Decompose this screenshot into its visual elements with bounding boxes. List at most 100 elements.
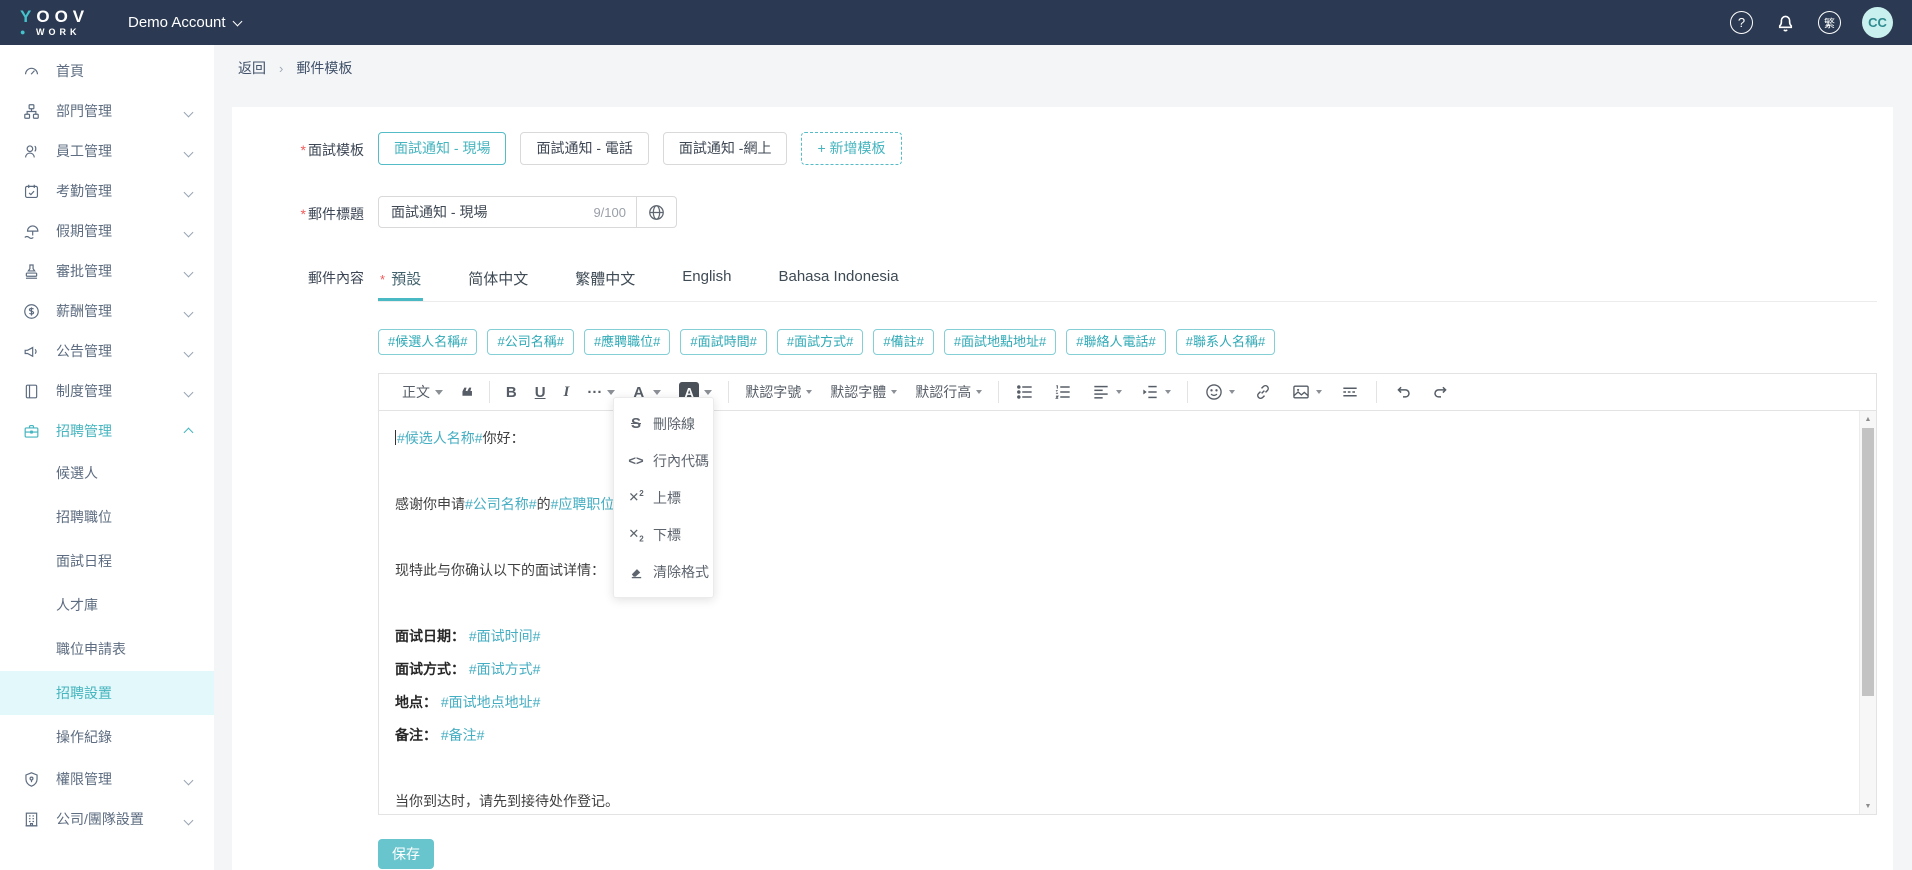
insert-link-button[interactable] bbox=[1244, 378, 1282, 406]
sidebar-item-制度管理[interactable]: 制度管理 bbox=[0, 371, 214, 411]
breadcrumb-back-link[interactable]: 返回 bbox=[238, 58, 266, 78]
toolbar-divider bbox=[998, 381, 999, 403]
menu-item-清除格式[interactable]: 清除格式 bbox=[614, 553, 713, 590]
sidebar-item-審批管理[interactable]: 審批管理 bbox=[0, 251, 214, 291]
template-option-button[interactable]: 面試通知 -網上 bbox=[663, 132, 788, 165]
underline-button[interactable]: U bbox=[526, 378, 555, 406]
breadcrumb: 返回 › 郵件模板 bbox=[214, 45, 1912, 78]
sidebar-subitem-候選人[interactable]: 候選人 bbox=[0, 451, 214, 495]
tab-預設[interactable]: * 預設 bbox=[378, 261, 423, 301]
template-option-button[interactable]: 面試通知 - 現場 bbox=[378, 132, 506, 165]
tab-简体中文[interactable]: 简体中文 bbox=[466, 261, 530, 301]
menu-item-上標[interactable]: ✕2上標 bbox=[614, 479, 713, 516]
placeholder-chip[interactable]: #公司名稱# bbox=[487, 329, 573, 355]
sidebar-subitem-招聘設置[interactable]: 招聘設置 bbox=[0, 671, 214, 715]
placeholder-chip[interactable]: #面試地點地址# bbox=[944, 329, 1056, 355]
placeholder-chip[interactable]: #面試方式# bbox=[777, 329, 863, 355]
permission-icon bbox=[22, 770, 41, 789]
sidebar-item-招聘管理[interactable]: 招聘管理 bbox=[0, 411, 214, 451]
tab-繁體中文[interactable]: 繁體中文 bbox=[573, 261, 637, 301]
subject-input[interactable]: 面試通知 - 現場 9/100 bbox=[378, 196, 637, 228]
sidebar-item-公告管理[interactable]: 公告管理 bbox=[0, 331, 214, 371]
align-button[interactable] bbox=[1082, 378, 1131, 406]
scroll-down-arrow[interactable]: ▼ bbox=[1860, 798, 1876, 814]
editor-text: 当你到达时，请先到接待处作登记。 bbox=[395, 793, 619, 809]
language-icon[interactable]: 繁 bbox=[1818, 11, 1841, 34]
redo-button[interactable] bbox=[1422, 378, 1460, 406]
font-size-select[interactable]: 默認字號 bbox=[736, 378, 821, 406]
font-family-select[interactable]: 默認字體 bbox=[821, 378, 906, 406]
placeholder-tag: #候选人名称# bbox=[397, 430, 483, 446]
sidebar-subitem-操作紀錄[interactable]: 操作紀錄 bbox=[0, 715, 214, 759]
placeholder-chip[interactable]: #備註# bbox=[873, 329, 933, 355]
menu-item-label: 行內代碼 bbox=[653, 451, 709, 471]
sidebar-subitem-職位申請表[interactable]: 職位申請表 bbox=[0, 627, 214, 671]
bold-button[interactable]: B bbox=[497, 378, 526, 406]
user-avatar[interactable]: CC bbox=[1862, 7, 1893, 38]
editor-body[interactable]: #候选人名称#你好：感谢你申请#公司名称#的#应聘职位#一职。现特此与你确认以下… bbox=[379, 411, 1876, 814]
sidebar-item-考勤管理[interactable]: 考勤管理 bbox=[0, 171, 214, 211]
caret-down-icon bbox=[976, 390, 982, 394]
scrollbar-thumb[interactable] bbox=[1862, 428, 1874, 696]
content-tabs-row: 郵件內容 * 預設简体中文繁體中文EnglishBahasa Indonesia bbox=[290, 261, 1877, 302]
sidebar-item-權限管理[interactable]: 權限管理 bbox=[0, 759, 214, 799]
bullet-list-button[interactable] bbox=[1006, 378, 1044, 406]
subject-field-label: *郵件標題 bbox=[290, 196, 364, 228]
sidebar-item-公司/團隊設置[interactable]: 公司/團隊設置 bbox=[0, 799, 214, 839]
indent-button[interactable] bbox=[1131, 378, 1180, 406]
insert-divider-button[interactable] bbox=[1331, 378, 1369, 406]
employees-icon bbox=[22, 142, 41, 161]
italic-button[interactable]: I bbox=[555, 378, 579, 406]
sidebar-item-label: 薪酬管理 bbox=[56, 301, 112, 321]
template-option-button[interactable]: 面試通知 - 電話 bbox=[520, 132, 648, 165]
caret-down-icon bbox=[806, 390, 812, 394]
placeholder-chip[interactable]: #聯絡人電話# bbox=[1066, 329, 1165, 355]
paragraph-style-button[interactable]: 正文 bbox=[393, 378, 452, 406]
menu-item-下標[interactable]: ✕2下標 bbox=[614, 516, 713, 553]
editor-text-area[interactable]: #候选人名称#你好：感谢你申请#公司名称#的#应聘职位#一职。现特此与你确认以下… bbox=[379, 411, 1859, 814]
sidebar-subitem-面試日程[interactable]: 面試日程 bbox=[0, 539, 214, 583]
placeholder-chip[interactable]: #候選人名稱# bbox=[378, 329, 477, 355]
chevron-up-icon bbox=[184, 428, 194, 438]
tab-English[interactable]: English bbox=[680, 261, 733, 301]
scroll-up-arrow[interactable]: ▲ bbox=[1860, 411, 1876, 427]
editor-bold-text: 地点： bbox=[395, 694, 437, 710]
help-icon[interactable]: ? bbox=[1730, 11, 1753, 34]
text-cursor bbox=[395, 430, 396, 445]
toolbar-divider bbox=[489, 381, 490, 403]
template-field-label: *面試模板 bbox=[290, 132, 364, 165]
ordered-list-button[interactable] bbox=[1044, 378, 1082, 406]
sidebar-nav: 首頁部門管理員工管理考勤管理假期管理審批管理薪酬管理公告管理制度管理招聘管理候選… bbox=[0, 45, 214, 870]
account-switcher[interactable]: Demo Account bbox=[128, 14, 241, 31]
logo-line2: ● WORK bbox=[20, 28, 120, 37]
placeholder-chip[interactable]: #聯系人名稱# bbox=[1176, 329, 1275, 355]
save-button[interactable]: 保存 bbox=[378, 839, 434, 869]
sidebar-item-首頁[interactable]: 首頁 bbox=[0, 51, 214, 91]
insert-image-button[interactable] bbox=[1282, 378, 1331, 406]
menu-item-刪除線[interactable]: S刪除線 bbox=[614, 405, 713, 442]
email-template-card: *面試模板 面試通知 - 現場面試通知 - 電話面試通知 -網上 + 新增模板 *… bbox=[232, 107, 1893, 870]
sidebar-item-薪酬管理[interactable]: 薪酬管理 bbox=[0, 291, 214, 331]
menu-item-行內代碼[interactable]: <>行內代碼 bbox=[614, 442, 713, 479]
yoov-work-logo[interactable]: YOOV ● WORK bbox=[0, 8, 120, 37]
translate-globe-button[interactable] bbox=[637, 196, 677, 228]
notifications-bell-icon[interactable] bbox=[1774, 11, 1797, 34]
editor-scrollbar[interactable]: ▲ ▼ bbox=[1859, 411, 1876, 814]
placeholder-tag: #公司名称# bbox=[465, 496, 537, 512]
emoji-button[interactable] bbox=[1195, 378, 1244, 406]
placeholder-chip[interactable]: #應聘職位# bbox=[584, 329, 670, 355]
sidebar-item-部門管理[interactable]: 部門管理 bbox=[0, 91, 214, 131]
add-template-button[interactable]: + 新增模板 bbox=[801, 132, 901, 165]
topbar-actions: ? 繁 CC bbox=[1730, 7, 1912, 38]
editor-paragraph: 面试日期： #面试时间# bbox=[395, 620, 1843, 653]
sidebar-subitem-招聘職位[interactable]: 招聘職位 bbox=[0, 495, 214, 539]
line-height-select[interactable]: 默認行高 bbox=[906, 378, 991, 406]
placeholder-chip[interactable]: #面試時間# bbox=[680, 329, 766, 355]
undo-button[interactable] bbox=[1384, 378, 1422, 406]
blockquote-button[interactable]: ❝ bbox=[452, 378, 482, 406]
sidebar-subitem-人才庫[interactable]: 人才庫 bbox=[0, 583, 214, 627]
tab-Bahasa Indonesia[interactable]: Bahasa Indonesia bbox=[776, 261, 900, 301]
sidebar-item-員工管理[interactable]: 員工管理 bbox=[0, 131, 214, 171]
sidebar-item-假期管理[interactable]: 假期管理 bbox=[0, 211, 214, 251]
sidebar-item-label: 制度管理 bbox=[56, 381, 112, 401]
